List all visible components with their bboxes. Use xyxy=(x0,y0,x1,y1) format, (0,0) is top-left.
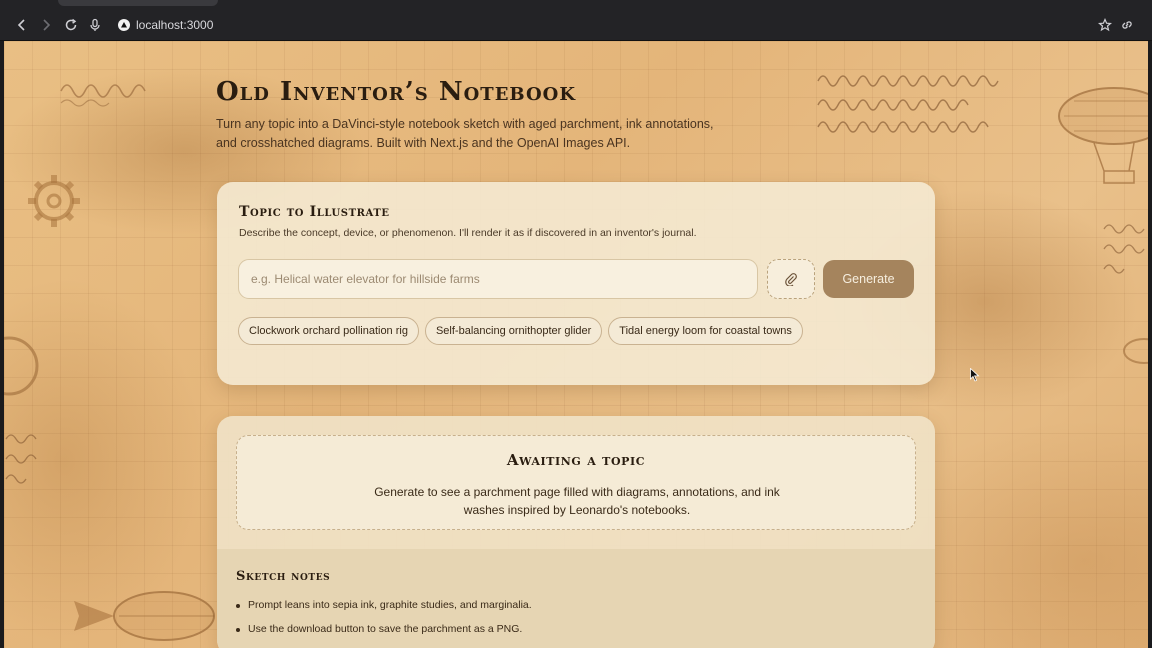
page-viewport: Old Inventor’s Notebook Turn any topic i… xyxy=(4,41,1148,648)
paperclip-icon xyxy=(785,273,797,286)
topic-card: Topic to Illustrate Describe the concept… xyxy=(217,182,935,385)
site-favicon-icon xyxy=(118,19,130,31)
note-text: Prompt leans into sepia ink, graphite st… xyxy=(248,599,532,611)
attach-image-button[interactable] xyxy=(767,259,815,299)
browser-toolbar: localhost:3000 xyxy=(0,0,1152,41)
star-icon xyxy=(1098,18,1112,32)
sketch-notes-panel: Sketch notes Prompt leans into sepia ink… xyxy=(217,549,935,648)
note-text: Use the download button to save the parc… xyxy=(248,623,523,635)
suggestion-chip[interactable]: Tidal energy loom for coastal towns xyxy=(608,317,803,345)
side-scribble-icon xyxy=(5,434,37,484)
url-text: localhost:3000 xyxy=(136,18,214,32)
mouse-cursor-icon xyxy=(970,368,980,382)
marginalia-scribble-icon xyxy=(817,75,999,133)
result-card: Awaiting a topic Generate to see a parch… xyxy=(217,416,935,648)
suggestion-chip[interactable]: Self-balancing ornithopter glider xyxy=(424,317,603,345)
back-button[interactable] xyxy=(13,16,31,34)
gear-sketch-icon xyxy=(28,175,80,227)
awaiting-text: Generate to see a parchment page filled … xyxy=(374,485,780,517)
list-item: Prompt leans into sepia ink, graphite st… xyxy=(236,599,532,623)
small-airship-sketch-icon xyxy=(1123,338,1148,364)
topic-input[interactable] xyxy=(238,259,758,299)
arrow-left-icon xyxy=(17,19,25,31)
browser-tab[interactable] xyxy=(58,0,218,6)
suggestion-chip[interactable]: Clockwork orchard pollination rig xyxy=(238,317,419,345)
share-link-button[interactable] xyxy=(1118,16,1136,34)
address-bar[interactable]: localhost:3000 xyxy=(118,16,213,34)
bullet-icon xyxy=(236,628,240,632)
list-item: Use the download button to save the parc… xyxy=(236,623,532,647)
link-icon xyxy=(1122,21,1132,29)
right-scribble-icon xyxy=(1103,224,1145,274)
awaiting-placeholder: Awaiting a topic Generate to see a parch… xyxy=(236,435,916,530)
arrow-right-icon xyxy=(43,19,51,31)
bullet-icon xyxy=(236,604,240,608)
reload-icon xyxy=(65,18,77,31)
forward-button[interactable] xyxy=(37,16,55,34)
topic-title: Topic to Illustrate xyxy=(239,204,390,220)
page-title: Old Inventor’s Notebook xyxy=(216,77,576,107)
generate-button[interactable]: Generate xyxy=(823,260,914,298)
awaiting-title: Awaiting a topic xyxy=(506,451,646,469)
bookmark-button[interactable] xyxy=(1096,16,1114,34)
voice-search-button[interactable] xyxy=(86,16,104,34)
reload-button[interactable] xyxy=(62,16,80,34)
blimp-sketch-icon xyxy=(74,591,215,641)
sketch-notes-title: Sketch notes xyxy=(236,569,331,584)
page-description: Turn any topic into a DaVinci-style note… xyxy=(216,117,714,150)
microphone-icon xyxy=(90,18,100,31)
suggestion-chips: Clockwork orchard pollination rig Self-b… xyxy=(238,317,803,345)
sketch-notes-list: Prompt leans into sepia ink, graphite st… xyxy=(236,599,532,647)
airship-sketch-icon xyxy=(1058,87,1148,184)
lens-sketch-icon xyxy=(4,336,39,396)
handwriting-scribble-icon xyxy=(60,84,146,107)
topic-subtitle: Describe the concept, device, or phenome… xyxy=(239,227,697,239)
